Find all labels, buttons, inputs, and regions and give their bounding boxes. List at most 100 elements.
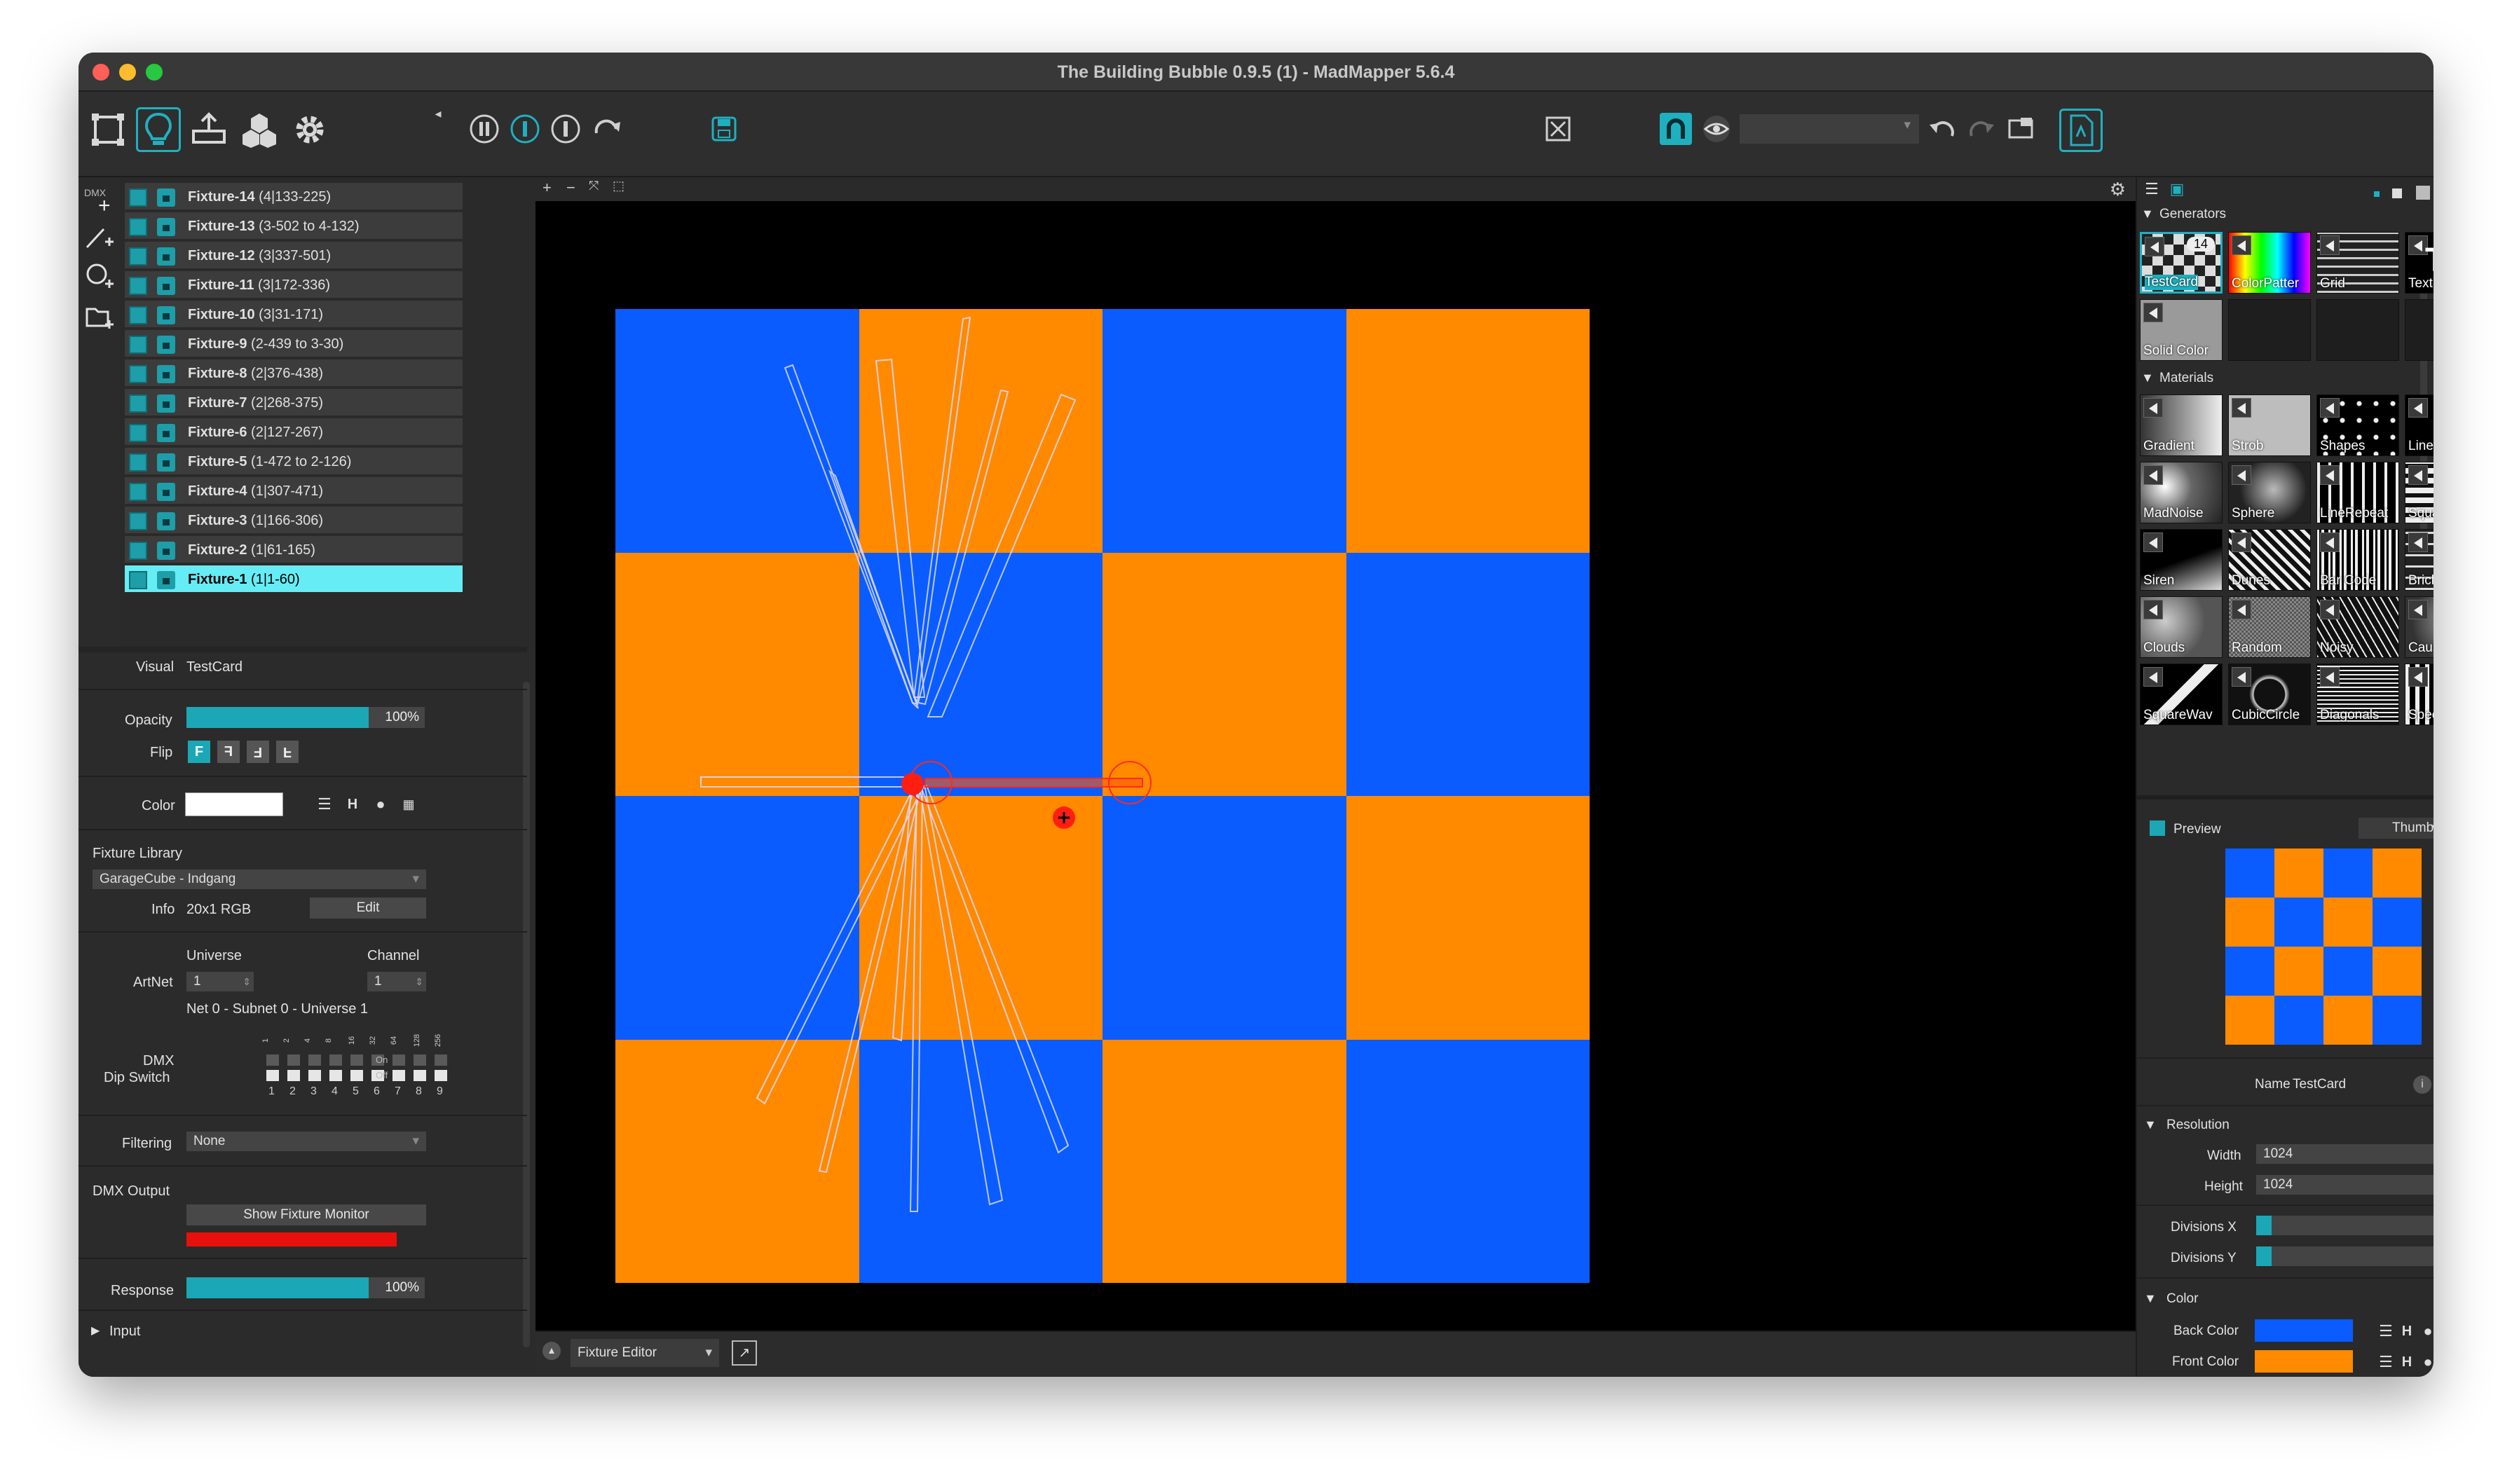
material-tile[interactable]: SquareArra <box>2405 462 2434 523</box>
fixture-visible-checkbox[interactable] <box>129 306 147 324</box>
add-dmx-fixture-icon[interactable]: + <box>98 195 111 217</box>
image-view-icon[interactable]: ▣ <box>2169 181 2185 197</box>
flip-none-button[interactable]: F <box>188 741 210 763</box>
dip-switch-off[interactable] <box>350 1070 363 1081</box>
fixture-shape[interactable] <box>927 393 1077 717</box>
material-tile[interactable]: Bar Code <box>2316 529 2399 591</box>
grid-palette-icon[interactable]: ▦ <box>401 797 416 812</box>
lock-icon[interactable] <box>157 571 175 589</box>
material-tile[interactable]: Dunes <box>2228 529 2311 591</box>
material-tile[interactable]: Noisy <box>2316 596 2399 658</box>
play-arrow-icon[interactable] <box>2145 237 2164 256</box>
material-tile[interactable]: Diagonals <box>2316 664 2399 725</box>
add-generator-icon[interactable]: + <box>2405 312 2434 344</box>
play-arrow-icon[interactable] <box>2232 667 2251 687</box>
fixture-overlay[interactable] <box>535 177 2136 1331</box>
empty-slot[interactable]: + <box>2405 299 2434 361</box>
filtering-select[interactable]: None ▾ <box>186 1132 426 1151</box>
lock-icon[interactable] <box>157 453 175 472</box>
color-swatch[interactable] <box>185 792 283 816</box>
collapse-left-icon[interactable]: ◂ <box>429 104 447 123</box>
expand-triangle-icon[interactable]: ▼ <box>2141 207 2154 221</box>
fixture-shape[interactable] <box>828 469 919 709</box>
add-circle-fixture-icon[interactable] <box>84 261 115 292</box>
material-tile[interactable]: Random <box>2228 596 2311 658</box>
3d-objects-button[interactable] <box>237 107 282 152</box>
play-arrow-icon[interactable] <box>2232 600 2251 619</box>
lock-icon[interactable] <box>157 512 175 530</box>
dip-switch-off[interactable] <box>435 1070 447 1081</box>
expand-triangle-icon[interactable]: ▼ <box>2144 1291 2157 1306</box>
editor-mode-select[interactable]: Fixture Editor ▾ <box>571 1339 719 1367</box>
fixture-shape[interactable] <box>918 785 1004 1206</box>
material-tile[interactable]: Bricks <box>2405 529 2434 591</box>
universe-stepper[interactable]: 1 ⇕ <box>186 972 254 991</box>
collapse-bottom-icon[interactable]: ▴ <box>542 1342 561 1360</box>
generator-tile[interactable]: Solid Color <box>2140 299 2223 361</box>
material-tile[interactable]: Spectrum <box>2405 664 2434 725</box>
play-arrow-icon[interactable] <box>2320 600 2340 619</box>
redo-button[interactable] <box>1965 113 1998 145</box>
list-icon[interactable]: ☰ <box>2378 1324 2394 1339</box>
stepper-arrows-icon[interactable]: ⇕ <box>243 972 251 991</box>
undo-button[interactable] <box>1926 113 1958 145</box>
width-stepper[interactable]: 1024⇕ <box>2256 1144 2434 1164</box>
material-tile[interactable]: Caustics <box>2405 596 2434 658</box>
list-view-icon[interactable]: ☰ <box>2144 181 2159 197</box>
fixture-visible-checkbox[interactable] <box>129 483 147 501</box>
play-arrow-icon[interactable] <box>2143 600 2163 619</box>
flip-vertical-button[interactable]: F <box>276 741 299 763</box>
fixture-visible-checkbox[interactable] <box>129 571 147 589</box>
hue-icon[interactable]: H <box>2399 1354 2415 1370</box>
fixture-row[interactable]: Fixture-12 (3|337-501) <box>125 242 463 270</box>
expand-triangle-icon[interactable]: ▼ <box>2144 1118 2157 1132</box>
play-arrow-icon[interactable] <box>2143 667 2163 687</box>
stepper-arrows-icon[interactable]: ⇕ <box>415 972 423 991</box>
fixture-visible-checkbox[interactable] <box>129 394 147 413</box>
fixture-row[interactable]: Fixture-7 (2|268-375) <box>125 389 463 417</box>
dip-switch-on[interactable] <box>287 1054 300 1066</box>
preview-checkbox[interactable] <box>2150 820 2165 836</box>
fixture-row[interactable]: Fixture-9 (2-439 to 3-30) <box>125 330 463 358</box>
medium-tiles-icon[interactable] <box>2392 188 2402 198</box>
color-wheel-icon[interactable]: ● <box>2420 1354 2434 1370</box>
pause-button[interactable] <box>468 113 500 145</box>
divisions-y-slider[interactable]: 4 <box>2256 1246 2434 1266</box>
dip-switch-on[interactable] <box>392 1054 405 1066</box>
fixture-shape[interactable] <box>700 776 913 788</box>
show-fixture-monitor-button[interactable]: Show Fixture Monitor <box>186 1204 426 1225</box>
dip-switch-on[interactable] <box>414 1054 426 1066</box>
settings-button[interactable] <box>287 107 332 152</box>
opacity-slider[interactable]: 100% <box>186 707 425 728</box>
dip-switch-on[interactable] <box>308 1054 321 1066</box>
fixture-visible-checkbox[interactable] <box>129 277 147 295</box>
play-arrow-icon[interactable] <box>2408 600 2428 619</box>
expand-triangle-icon[interactable]: ▶ <box>91 1324 100 1338</box>
fixture-library-select[interactable]: GarageCube - Indgang ▾ <box>93 870 426 889</box>
height-stepper[interactable]: 1024⇕ <box>2256 1175 2434 1195</box>
color-wheel-icon[interactable]: ● <box>373 797 388 812</box>
dip-switch-on[interactable] <box>329 1054 342 1066</box>
flip-both-button[interactable]: F <box>247 741 269 763</box>
lock-icon[interactable] <box>157 247 175 266</box>
output-preview-button[interactable] <box>2005 113 2037 145</box>
lock-icon[interactable] <box>157 365 175 383</box>
fullscreen-button[interactable] <box>1542 113 1574 145</box>
fixture-row[interactable]: Fixture-2 (1|61-165) <box>125 536 463 564</box>
color-wheel-icon[interactable]: ● <box>2420 1324 2434 1339</box>
lock-icon[interactable] <box>157 483 175 501</box>
fixture-visible-checkbox[interactable] <box>129 247 147 266</box>
dip-switch-on[interactable] <box>435 1054 447 1066</box>
surface-tool-button[interactable] <box>86 107 130 152</box>
fixture-row[interactable]: Fixture-14 (4|133-225) <box>125 183 463 211</box>
hue-icon[interactable]: H <box>345 797 360 812</box>
response-slider[interactable]: 100% <box>186 1277 425 1298</box>
play-arrow-icon[interactable] <box>2143 465 2163 485</box>
material-tile[interactable]: Gradient <box>2140 394 2223 456</box>
preview-eye-button[interactable] <box>1700 113 1733 145</box>
list-icon[interactable]: ☰ <box>317 797 332 812</box>
small-tiles-icon[interactable] <box>2374 191 2380 197</box>
preview-mode-select[interactable]: Thumbnail▾ <box>2359 818 2434 839</box>
channel-stepper[interactable]: 1 ⇕ <box>367 972 426 991</box>
divisions-x-slider[interactable]: 4 <box>2256 1216 2434 1235</box>
